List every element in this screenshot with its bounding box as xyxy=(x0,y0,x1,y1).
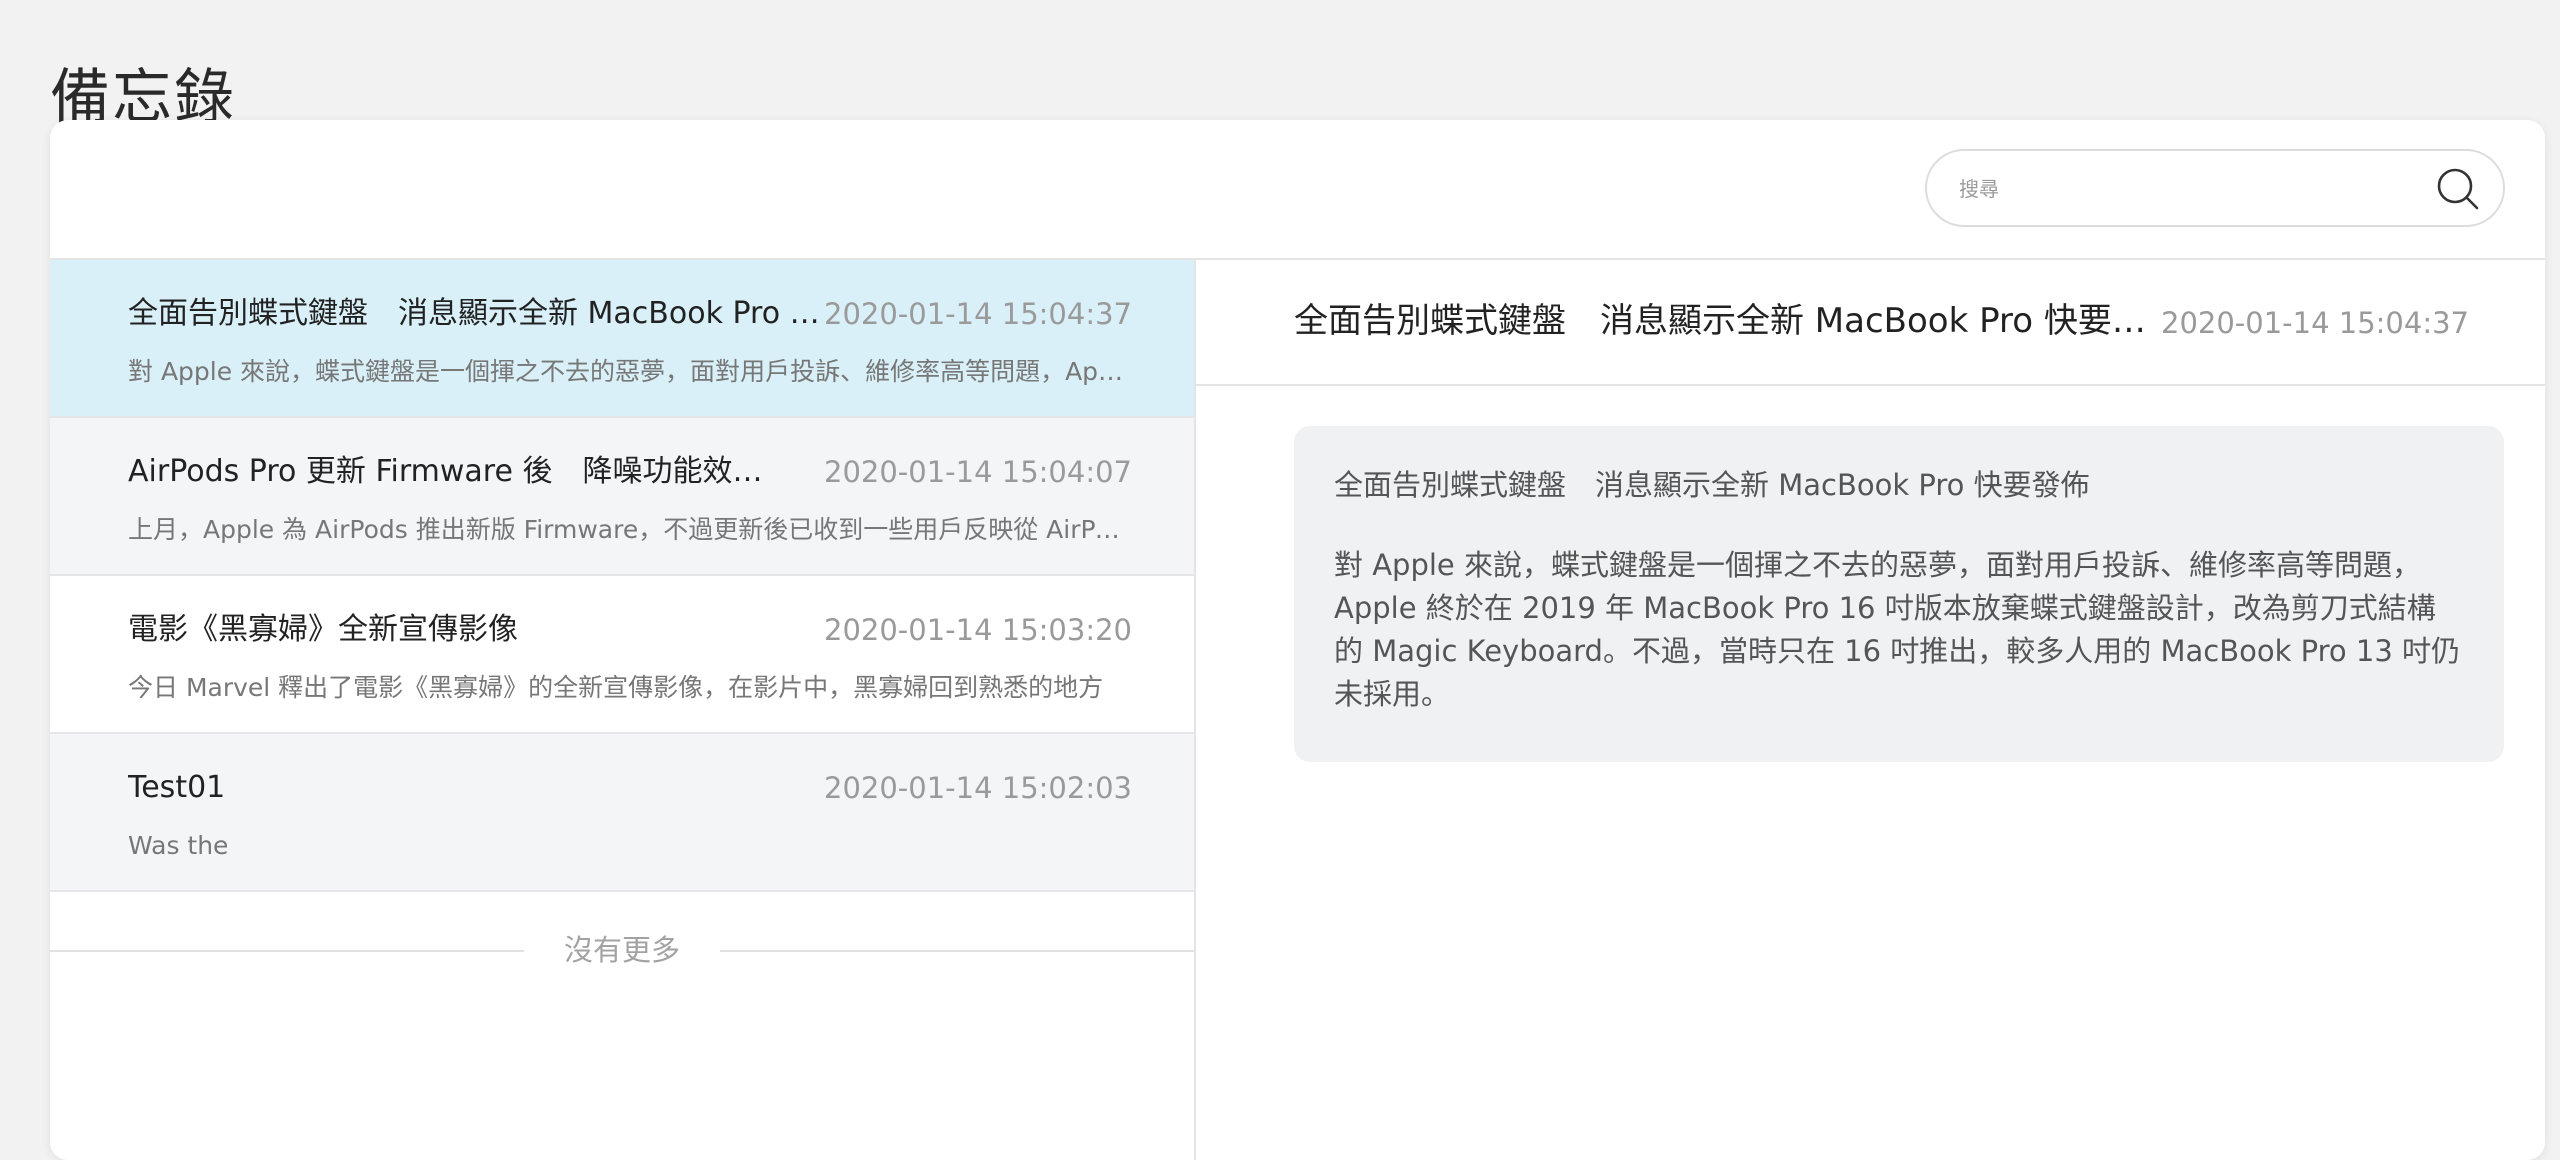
note-timestamp: 2020-01-14 15:02:03 xyxy=(824,771,1132,805)
note-list-item[interactable]: 電影《黑寡婦》全新宣傳影像 2020-01-14 15:03:20 今日 Mar… xyxy=(50,576,1194,734)
note-preview: 今日 Marvel 釋出了電影《黑寡婦》的全新宣傳影像，在影片中，黑寡婦回到熟悉… xyxy=(128,673,1104,702)
note-list-item[interactable]: AirPods Pro 更新 Firmware 後 降噪功能效果變差 2020-… xyxy=(50,418,1194,576)
toolbar xyxy=(50,120,2545,260)
note-detail: 全面告別蝶式鍵盤 消息顯示全新 MacBook Pro 快要發佈 2020-01… xyxy=(1196,260,2545,1160)
note-timestamp: 2020-01-14 15:04:37 xyxy=(824,297,1132,331)
search-icon[interactable] xyxy=(2435,166,2481,212)
note-title: Test01 xyxy=(128,770,226,805)
search-input[interactable] xyxy=(1957,151,2401,227)
notes-card: 全面告別蝶式鍵盤 消息顯示全新 MacBook Pro 快要發佈 2020-01… xyxy=(50,120,2545,1160)
search-box[interactable] xyxy=(1925,149,2505,227)
detail-timestamp: 2020-01-14 15:04:37 xyxy=(2161,306,2469,340)
detail-body-text: 對 Apple 來說，蝶式鍵盤是一個揮之不去的惡夢，面對用戶投訴、維修率高等問題… xyxy=(1334,548,2460,711)
note-list-item[interactable]: 全面告別蝶式鍵盤 消息顯示全新 MacBook Pro 快要發佈 2020-01… xyxy=(50,260,1194,418)
note-list-item[interactable]: Test01 2020-01-14 15:02:03 Was the xyxy=(50,734,1194,892)
detail-body-title: 全面告別蝶式鍵盤 消息顯示全新 MacBook Pro 快要發佈 xyxy=(1334,468,2090,502)
list-end-indicator: 沒有更多 xyxy=(50,892,1194,1012)
note-preview: 上月，Apple 為 AirPods 推出新版 Firmware，不過更新後已收… xyxy=(128,515,1128,544)
note-preview: Was the xyxy=(128,831,229,860)
note-title: 全面告別蝶式鍵盤 消息顯示全新 MacBook Pro 快要發佈 xyxy=(128,296,828,331)
notes-list: 全面告別蝶式鍵盤 消息顯示全新 MacBook Pro 快要發佈 2020-01… xyxy=(50,260,1196,1160)
detail-header: 全面告別蝶式鍵盤 消息顯示全新 MacBook Pro 快要發佈 2020-01… xyxy=(1196,260,2545,386)
note-timestamp: 2020-01-14 15:03:20 xyxy=(824,613,1132,647)
note-preview: 對 Apple 來說，蝶式鍵盤是一個揮之不去的惡夢，面對用戶投訴、維修率高等問題… xyxy=(128,357,1128,386)
note-title: 電影《黑寡婦》全新宣傳影像 xyxy=(128,612,518,647)
note-title: AirPods Pro 更新 Firmware 後 降噪功能效果變差 xyxy=(128,454,788,489)
detail-title: 全面告別蝶式鍵盤 消息顯示全新 MacBook Pro 快要發佈 xyxy=(1294,301,2174,341)
detail-content[interactable]: 全面告別蝶式鍵盤 消息顯示全新 MacBook Pro 快要發佈 對 Apple… xyxy=(1294,426,2504,762)
note-timestamp: 2020-01-14 15:04:07 xyxy=(824,455,1132,489)
divider xyxy=(720,950,1194,952)
